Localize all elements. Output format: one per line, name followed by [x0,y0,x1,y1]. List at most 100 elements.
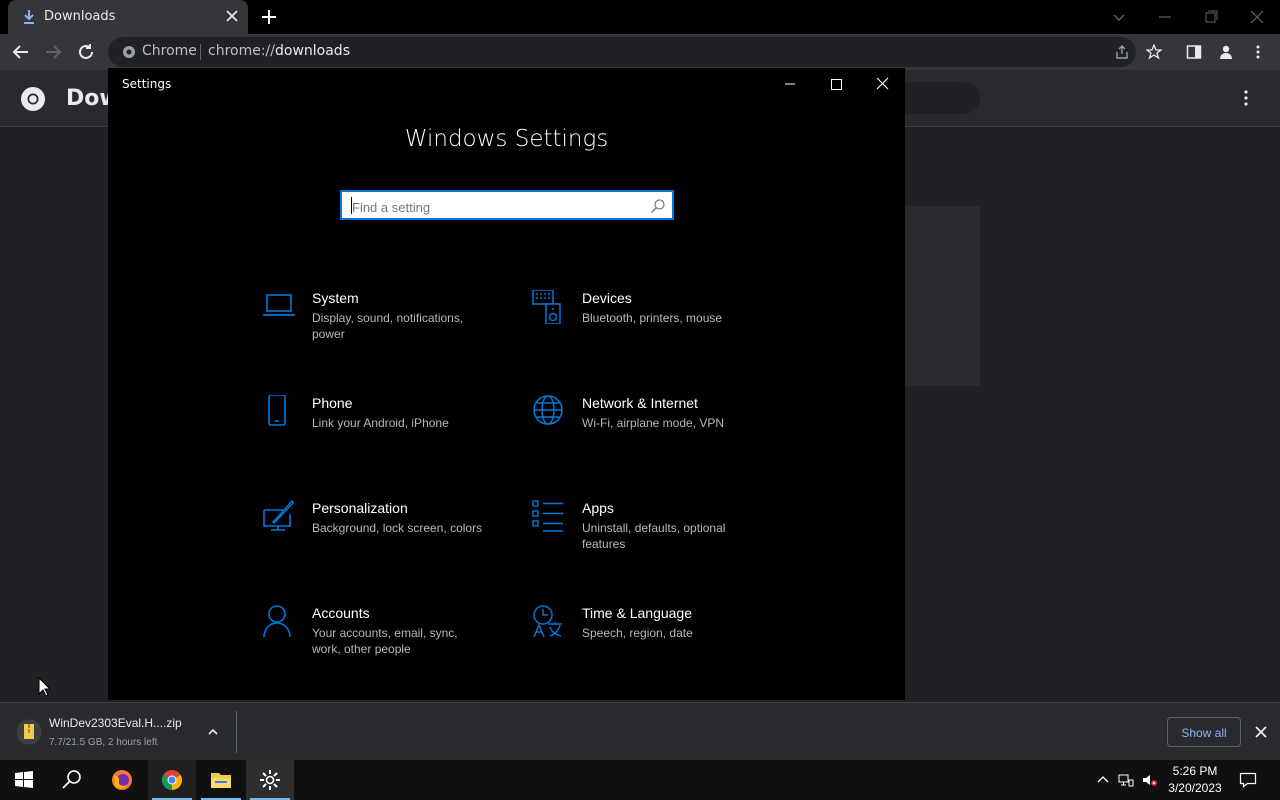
find-setting-search-box[interactable] [340,190,674,220]
chrome-menu-icon[interactable] [1250,44,1266,60]
time-language-icon [533,605,562,638]
category-devices[interactable]: Devices Bluetooth, printers, mouse [532,290,772,370]
category-time-language[interactable]: Time & Language Speech, region, date [532,605,772,685]
category-description: Display, sound, notifications, power [312,311,464,341]
system-clock[interactable]: 5:26 PM 3/20/2023 [1164,763,1226,797]
category-title: Time & Language [582,605,692,621]
category-description: Speech, region, date [582,626,693,640]
back-icon[interactable] [12,43,30,61]
category-title: Devices [582,290,632,306]
category-apps[interactable]: Apps Uninstall, defaults, optional featu… [532,500,772,580]
download-card [905,206,980,386]
show-all-button[interactable]: Show all [1167,717,1241,747]
category-title: Phone [312,395,353,411]
person-icon [263,605,291,638]
tab-search-icon[interactable] [1108,6,1130,28]
forward-icon[interactable] [44,43,62,61]
zip-file-icon [16,719,42,745]
volume-muted-icon[interactable] [1141,772,1157,788]
taskbar-settings[interactable] [246,760,294,800]
category-title: System [312,290,359,306]
category-description: Bluetooth, printers, mouse [582,311,723,325]
url-scheme: chrome:// [208,43,275,59]
category-title: Accounts [312,605,370,621]
reload-icon[interactable] [77,43,95,61]
chrome-logo-icon [21,87,45,111]
category-system[interactable]: System Display, sound, notifications, po… [262,290,502,370]
chevron-up-icon[interactable] [206,725,220,739]
shelf-divider [236,711,237,753]
find-setting-input[interactable] [350,196,644,218]
settings-window: Settings Windows Settings System Display… [108,68,905,700]
mouse-cursor-icon [38,677,51,697]
category-title: Apps [582,500,614,516]
chrome-chip-icon [123,46,135,58]
category-phone[interactable]: Phone Link your Android, iPhone [262,395,502,475]
text-caret [351,197,352,214]
taskbar-file-explorer[interactable] [197,760,245,800]
close-tab-icon[interactable] [224,8,240,24]
category-network-internet[interactable]: Network & Internet Wi-Fi, airplane mode,… [532,395,772,475]
search-icon[interactable] [650,198,666,214]
globe-icon [533,395,563,425]
new-tab-icon[interactable] [260,8,278,26]
tab-strip: Downloads [0,0,1280,34]
notifications-icon[interactable] [1239,771,1257,789]
category-description: Uninstall, defaults, optional features [582,521,726,551]
minimize-icon[interactable] [1154,6,1176,28]
paint-brush-icon [263,500,294,531]
site-chip-label: Chrome [142,43,197,59]
phone-icon [268,395,286,426]
tab-downloads[interactable]: Downloads [8,0,248,34]
url-text: chrome://downloads [208,43,350,59]
chrome-icon [161,770,183,791]
clock-time: 5:26 PM [1172,764,1218,778]
laptop-icon [263,294,295,316]
category-title: Personalization [312,500,408,516]
category-title: Network & Internet [582,395,698,411]
settings-heading: Windows Settings [404,126,609,152]
taskbar-chrome[interactable] [148,760,196,800]
omnibox-divider [200,44,201,60]
settings-maximize-icon[interactable] [823,74,849,94]
category-description: Link your Android, iPhone [312,416,449,430]
folder-icon [211,773,231,788]
category-description: Background, lock screen, colors [312,521,483,535]
gear-icon [260,770,280,790]
restore-icon[interactable] [1200,6,1222,28]
firefox-icon [112,770,132,790]
download-status: 7.7/21.5 GB, 2 hours left [49,737,158,748]
settings-minimize-icon[interactable] [777,74,803,94]
category-accounts[interactable]: Accounts Your accounts, email, sync, wor… [262,605,502,685]
download-icon [24,10,34,24]
settings-close-icon[interactable] [869,74,895,94]
taskbar: 5:26 PM 3/20/2023 [0,760,1280,800]
taskbar-search-button[interactable] [48,760,96,800]
category-description: Wi-Fi, airplane mode, VPN [582,416,725,430]
profile-icon[interactable] [1218,44,1234,60]
keyboard-speaker-icon [532,290,561,324]
settings-window-title: Settings [122,77,172,91]
address-bar[interactable]: Chrome chrome://downloads [108,37,1136,67]
apps-list-icon [532,500,563,532]
more-options-icon[interactable] [1238,88,1254,108]
network-icon[interactable] [1118,772,1134,788]
download-file-name[interactable]: WinDev2303Eval.H....zip [49,716,182,730]
start-button[interactable] [0,760,48,800]
clock-date: 3/20/2023 [1168,781,1222,795]
chevron-up-icon[interactable] [1095,772,1111,788]
side-panel-icon[interactable] [1186,44,1202,60]
category-description: Your accounts, email, sync, work, other … [312,626,458,656]
taskbar-firefox[interactable] [98,760,146,800]
tab-title: Downloads [44,9,116,24]
download-shelf: WinDev2303Eval.H....zip 7.7/21.5 GB, 2 h… [0,702,1280,761]
url-path: downloads [275,43,350,59]
close-shelf-icon[interactable] [1254,725,1268,739]
share-icon[interactable] [1114,44,1130,60]
category-personalization[interactable]: Personalization Background, lock screen,… [262,500,502,580]
bookmark-star-icon[interactable] [1146,44,1162,60]
windows-logo-icon [15,771,33,788]
search-icon [62,770,81,789]
close-window-icon[interactable] [1246,6,1268,28]
browser-toolbar: Chrome chrome://downloads [0,34,1280,70]
